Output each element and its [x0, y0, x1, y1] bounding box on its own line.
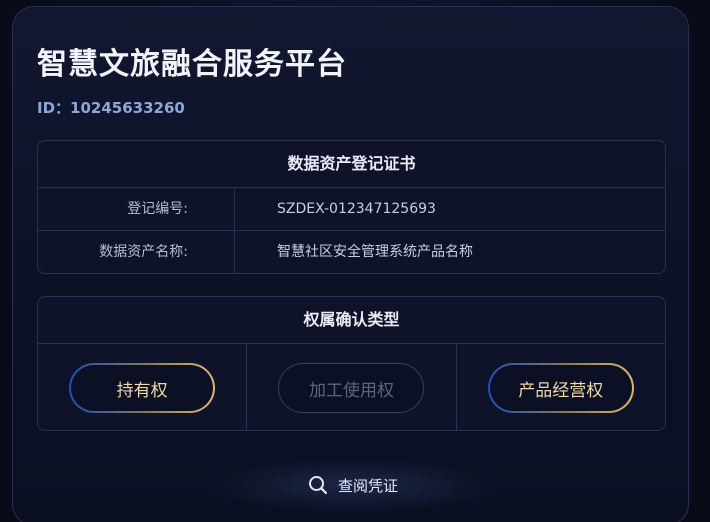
rights-heading: 权属确认类型 — [38, 297, 665, 344]
page-title: 智慧文旅融合服务平台 — [37, 47, 347, 82]
rights-cell: 持有权 — [38, 344, 248, 430]
search-icon — [308, 475, 328, 495]
rights-panel: 权属确认类型 持有权 加工使用权 产品经营权 — [37, 296, 666, 431]
view-credential-button[interactable]: 查阅凭证 — [203, 457, 503, 513]
cert-row-registration-number: 登记编号: SZDEX-012347125693 — [38, 188, 665, 231]
platform-card: 智慧文旅融合服务平台 ID：10245633260 数据资产登记证书 登记编号:… — [12, 6, 689, 522]
cert-value: 智慧社区安全管理系统产品名称 — [277, 244, 473, 260]
view-credential-label: 查阅凭证 — [337, 476, 398, 495]
cert-label: 数据资产名称: — [38, 231, 235, 273]
platform-id: ID：10245633260 — [37, 99, 185, 117]
cert-label: 登记编号: — [38, 188, 235, 230]
cert-row-asset-name: 数据资产名称: 智慧社区安全管理系统产品名称 — [38, 231, 665, 273]
rights-cell: 产品经营权 — [457, 344, 665, 430]
certificate-panel: 数据资产登记证书 登记编号: SZDEX-012347125693 数据资产名称… — [37, 140, 666, 274]
rights-cell: 加工使用权 — [247, 344, 457, 430]
processing-use-right-button[interactable]: 加工使用权 — [278, 363, 425, 413]
cert-value: SZDEX-012347125693 — [277, 201, 436, 217]
holding-right-button[interactable]: 持有权 — [69, 363, 215, 413]
rights-options: 持有权 加工使用权 产品经营权 — [38, 344, 665, 430]
page: 智慧文旅融合服务平台 ID：10245633260 数据资产登记证书 登记编号:… — [0, 0, 710, 522]
product-operation-right-button[interactable]: 产品经营权 — [488, 363, 634, 413]
certificate-heading: 数据资产登记证书 — [38, 141, 665, 188]
